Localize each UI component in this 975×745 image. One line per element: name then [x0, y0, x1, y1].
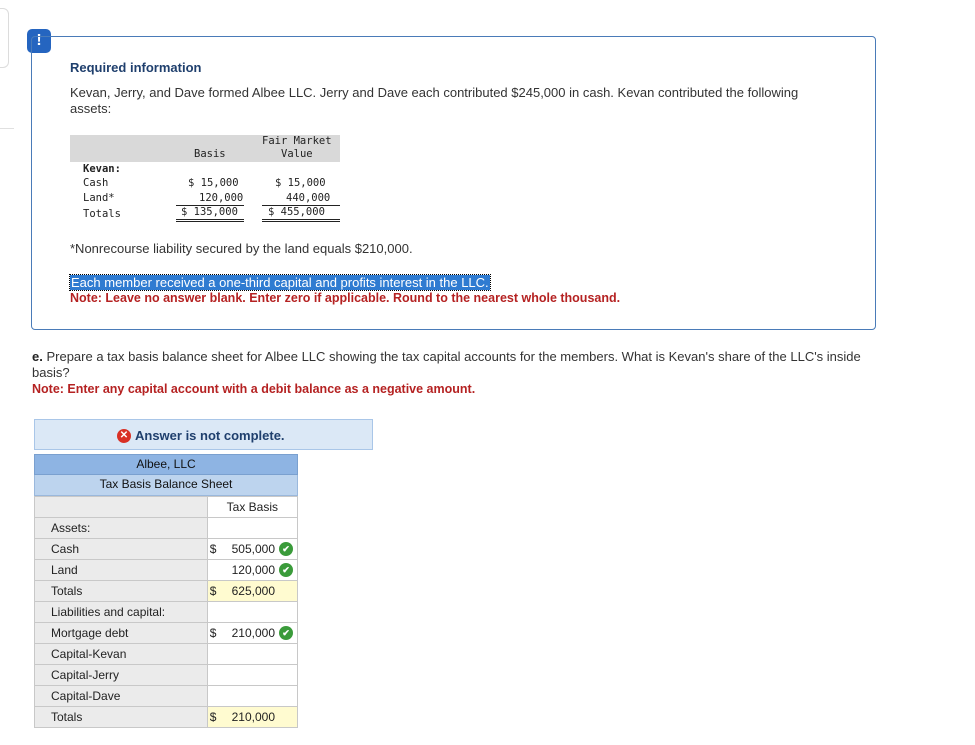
row-label: Cash [34, 538, 208, 560]
double-underline [176, 219, 244, 220]
side-divider [0, 128, 14, 129]
info-note: Note: Leave no answer blank. Enter zero … [70, 291, 621, 305]
tax-basis-header: Tax Basis [206, 496, 299, 518]
footnote: *Nonrecourse liability secured by the la… [70, 241, 413, 256]
row-label: Cash [83, 177, 109, 189]
tax-basis-input[interactable] [206, 685, 299, 707]
header-row: Tax Basis [34, 496, 299, 518]
table-row: Land 120,000 ✔ [34, 559, 299, 581]
question-letter: e. [32, 349, 43, 364]
double-underline [262, 221, 340, 222]
required-information-panel: Required information Kevan, Jerry, and D… [31, 36, 876, 330]
group-label: Kevan: [83, 163, 121, 175]
error-x-icon: ✕ [117, 429, 131, 443]
row-label: Capital-Jerry [34, 664, 208, 686]
side-panel-edge [0, 8, 9, 68]
tax-basis-input[interactable]: $625,000 [206, 580, 299, 602]
row-fmv: $ 455,000 [268, 206, 325, 218]
amount-value: 505,000 [231, 542, 275, 556]
table-row: Assets: [34, 517, 299, 539]
row-label: Mortgage debt [34, 622, 208, 644]
tax-basis-input[interactable] [206, 601, 299, 623]
row-label: Land* [83, 192, 115, 204]
question-note: Note: Enter any capital account with a d… [32, 382, 476, 396]
answer-status-banner: ✕ Answer is not complete. [34, 419, 373, 450]
double-underline [176, 221, 244, 222]
info-title: Required information [70, 60, 202, 75]
table-row: Liabilities and capital: [34, 601, 299, 623]
dollar-sign: $ [209, 626, 217, 640]
row-basis: $ 135,000 [181, 206, 238, 218]
row-label: Totals [34, 580, 208, 602]
check-icon: ✔ [279, 563, 293, 577]
double-underline [262, 219, 340, 220]
col-basis-header: Basis [194, 148, 226, 160]
highlighted-sentence: Each member received a one-third capital… [69, 274, 491, 291]
row-fmv: 440,000 [286, 192, 331, 204]
col-fmv-header-line1: Fair Market [262, 135, 332, 147]
balance-sheet-table: Tax Basis Assets: Cash $505,000 ✔ Land 120,00… [34, 496, 299, 728]
amount-value: 210,000 [231, 710, 275, 724]
tax-basis-input[interactable]: $505,000 ✔ [206, 538, 299, 560]
row-label: Assets: [34, 517, 208, 539]
table-row: Mortgage debt $210,000 ✔ [34, 622, 299, 644]
tax-basis-input[interactable]: $210,000 ✔ [206, 622, 299, 644]
dollar-sign: $ [209, 542, 217, 556]
row-label: Liabilities and capital: [34, 601, 208, 623]
table-row: Cash $505,000 ✔ [34, 538, 299, 560]
row-label: Totals [83, 208, 121, 220]
company-name: Albee, LLC [34, 454, 298, 475]
row-label: Capital-Dave [34, 685, 208, 707]
tax-basis-input[interactable]: 120,000 ✔ [206, 559, 299, 581]
dollar-sign: $ [209, 584, 217, 598]
table-row: Capital-Kevan [34, 643, 299, 665]
row-label: Capital-Kevan [34, 643, 208, 665]
check-icon: ✔ [279, 626, 293, 640]
table-row: Totals $625,000 [34, 580, 299, 602]
row-basis: 120,000 [199, 192, 244, 204]
sheet-subtitle: Tax Basis Balance Sheet [34, 475, 298, 496]
tax-basis-input[interactable] [206, 517, 299, 539]
tax-basis-input[interactable]: $210,000 [206, 706, 299, 728]
table-row: Capital-Jerry [34, 664, 299, 686]
row-label: Totals [34, 706, 208, 728]
balance-sheet: Albee, LLC Tax Basis Balance Sheet Tax B… [34, 454, 299, 728]
amount-value: 210,000 [231, 626, 275, 640]
col-fmv-header-line2: Value [281, 148, 313, 160]
row-basis: $ 15,000 [188, 177, 239, 189]
row-fmv: $ 15,000 [275, 177, 326, 189]
header-blank [34, 496, 208, 518]
dollar-sign: $ [209, 710, 217, 724]
tax-basis-input[interactable] [206, 643, 299, 665]
tax-basis-input[interactable] [206, 664, 299, 686]
info-description: Kevan, Jerry, and Dave formed Albee LLC.… [70, 85, 799, 116]
table-row: Capital-Dave [34, 685, 299, 707]
question-body: Prepare a tax basis balance sheet for Al… [32, 349, 861, 380]
row-label: Land [34, 559, 208, 581]
check-icon: ✔ [279, 542, 293, 556]
table-row: Totals $210,000 [34, 706, 299, 728]
amount-value: 120,000 [231, 563, 275, 577]
amount-value: 625,000 [231, 584, 275, 598]
status-text: Answer is not complete. [135, 428, 285, 443]
question-text: e. Prepare a tax basis balance sheet for… [32, 349, 862, 381]
